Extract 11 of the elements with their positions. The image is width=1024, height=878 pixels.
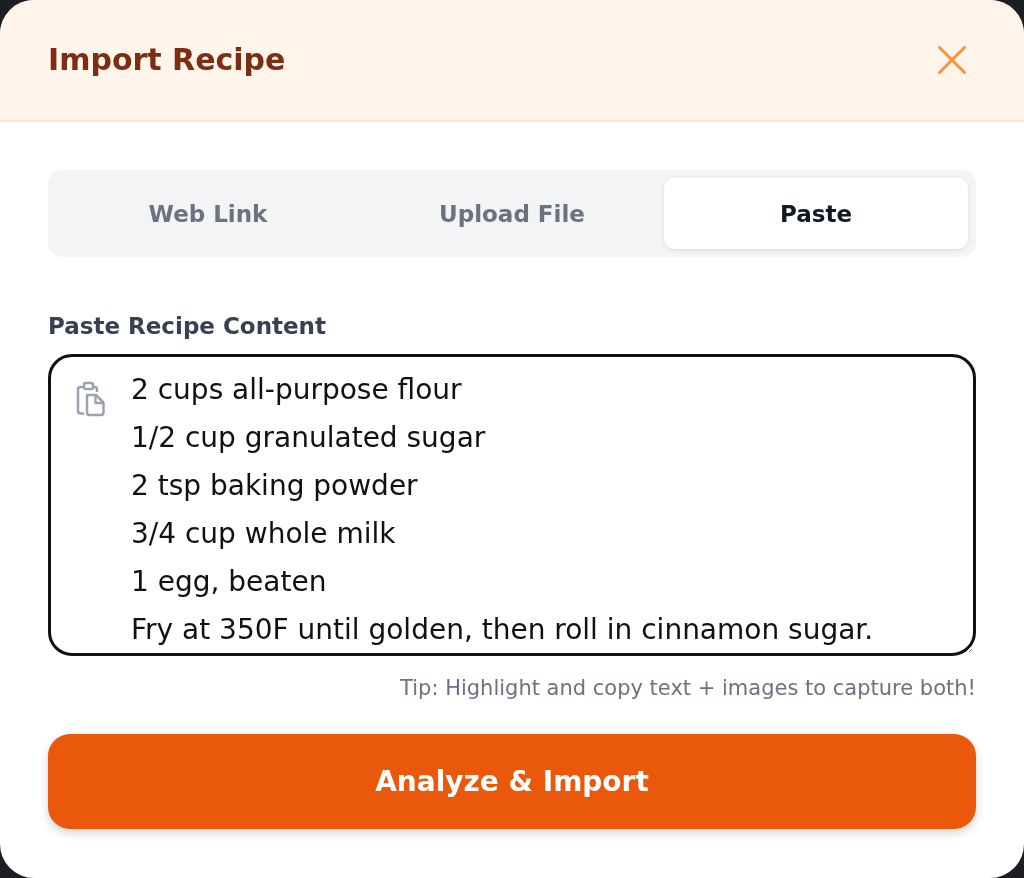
tab[interactable]: Paste [664, 178, 968, 249]
analyze-import-button[interactable]: Analyze & Import [48, 734, 976, 829]
close-icon [938, 46, 966, 74]
tab[interactable]: Upload File [360, 178, 664, 249]
field-label: Paste Recipe Content [48, 312, 327, 341]
recipe-text-field[interactable]: 2 cups all-purpose flour 1/2 cup granulated sugar 2 tsp baking powder 3/4 cup whole milk 1 egg, beaten Fry at 350F until golden, then roll in cinnamon sugar. [48, 354, 976, 656]
close-button[interactable] [938, 46, 966, 74]
tab[interactable]: Web Link [56, 178, 360, 249]
clipboard-icon [76, 381, 106, 417]
dialog-title: Import Recipe [48, 41, 286, 79]
tip-text: Tip: Highlight and copy text + images to capture both! [400, 675, 976, 702]
